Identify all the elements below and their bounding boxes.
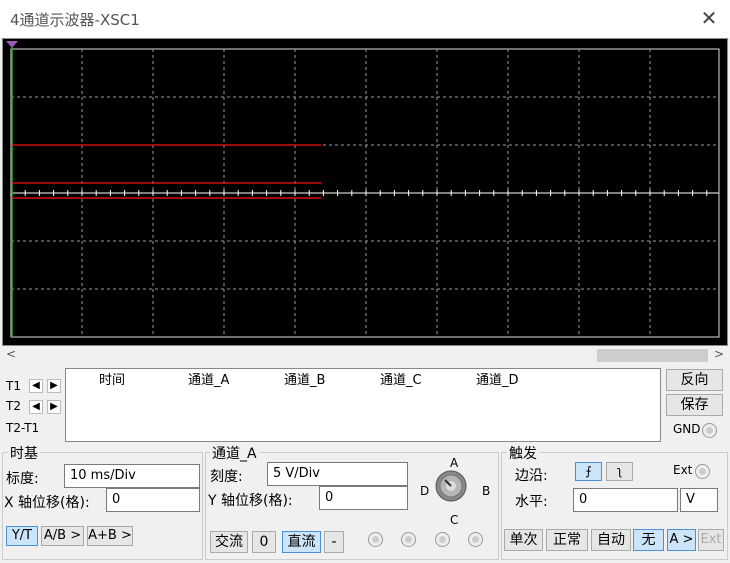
channel-title: 通道_A (210, 443, 259, 463)
coupling-ac-button[interactable]: 交流 (210, 531, 248, 553)
trigger-normal-button[interactable]: 正常 (546, 529, 588, 551)
trigger-ext-label: Ext (673, 463, 693, 477)
col-header-channel-a: 通道_A (188, 373, 230, 388)
scroll-right-icon[interactable]: > (714, 347, 724, 361)
close-icon[interactable]: ✕ (698, 6, 720, 30)
edge-rising-icon[interactable]: ⨍ (575, 462, 602, 481)
trigger-source-a-button[interactable]: A > (667, 529, 696, 551)
t1-right-arrow-icon[interactable]: ▶ (47, 379, 61, 393)
mode-ab-button[interactable]: A/B > (41, 526, 84, 546)
y-position-label: Y 轴位移(格): (208, 493, 293, 509)
gnd-label: GND (673, 422, 701, 436)
timebase-title: 时基 (8, 443, 40, 463)
coupling-dc-button[interactable]: 直流 (282, 531, 321, 553)
cursor-t1-label: T1 (6, 379, 21, 393)
trigger-single-button[interactable]: 单次 (504, 529, 543, 551)
knob-label-c: C (450, 513, 459, 527)
timebase-scale-label: 标度: (6, 471, 39, 487)
t2-right-arrow-icon[interactable]: ▶ (47, 400, 61, 414)
y-position-input[interactable]: 0 (319, 486, 408, 510)
cursor-diff-label: T2-T1 (6, 421, 40, 435)
window-title: 4通道示波器-XSC1 (10, 11, 140, 29)
gnd-terminal[interactable] (702, 423, 717, 438)
coupling-zero-button[interactable]: 0 (252, 531, 276, 553)
mode-yt-button[interactable]: Y/T (6, 526, 38, 546)
cursor-t1-marker (6, 41, 18, 48)
scroll-thumb[interactable] (597, 349, 708, 362)
readout-table (65, 368, 661, 442)
channel-terminal-4[interactable] (468, 532, 483, 547)
channel-scale-input[interactable]: 5 V/Div (267, 462, 408, 486)
ext-trigger-terminal[interactable] (695, 464, 710, 479)
channel-terminal-3[interactable] (435, 532, 450, 547)
scroll-left-icon[interactable]: < (6, 347, 16, 361)
channel-selector-knob-icon[interactable] (433, 469, 469, 503)
x-position-label: X 轴位移(格): (4, 495, 90, 511)
channel-terminal-1[interactable] (368, 532, 383, 547)
cursor-t2-label: T2 (6, 399, 21, 413)
channel-terminal-2[interactable] (401, 532, 416, 547)
col-header-channel-c: 通道_C (380, 373, 422, 388)
trigger-level-unit[interactable]: V (680, 488, 718, 512)
trigger-source-ext-button[interactable]: Ext (698, 529, 724, 551)
reverse-button[interactable]: 反向 (666, 369, 723, 391)
trigger-title: 触发 (507, 443, 539, 463)
trigger-level-label: 水平: (515, 494, 548, 510)
knob-label-d: D (420, 484, 430, 498)
x-position-input[interactable]: 0 (106, 488, 200, 512)
channel-scale-label: 刻度: (210, 469, 243, 485)
knob-label-a: A (450, 456, 459, 470)
scope-display (6, 41, 720, 338)
knob-label-b: B (482, 484, 491, 498)
coupling-minus-button[interactable]: - (324, 531, 344, 553)
col-header-channel-d: 通道_D (476, 373, 519, 388)
trigger-none-button[interactable]: 无 (633, 529, 664, 551)
t2-left-arrow-icon[interactable]: ◀ (29, 400, 43, 414)
t1-left-arrow-icon[interactable]: ◀ (29, 379, 43, 393)
trigger-auto-button[interactable]: 自动 (591, 529, 631, 551)
trigger-level-input[interactable]: 0 (573, 488, 678, 512)
edge-falling-icon[interactable]: ʅ (606, 462, 633, 481)
col-header-time: 时间 (99, 373, 126, 388)
mode-aplusb-button[interactable]: A+B > (87, 526, 133, 546)
col-header-channel-b: 通道_B (284, 373, 326, 388)
timebase-scale-input[interactable]: 10 ms/Div (64, 464, 200, 488)
save-button[interactable]: 保存 (666, 394, 723, 416)
trigger-edge-label: 边沿: (515, 468, 548, 484)
